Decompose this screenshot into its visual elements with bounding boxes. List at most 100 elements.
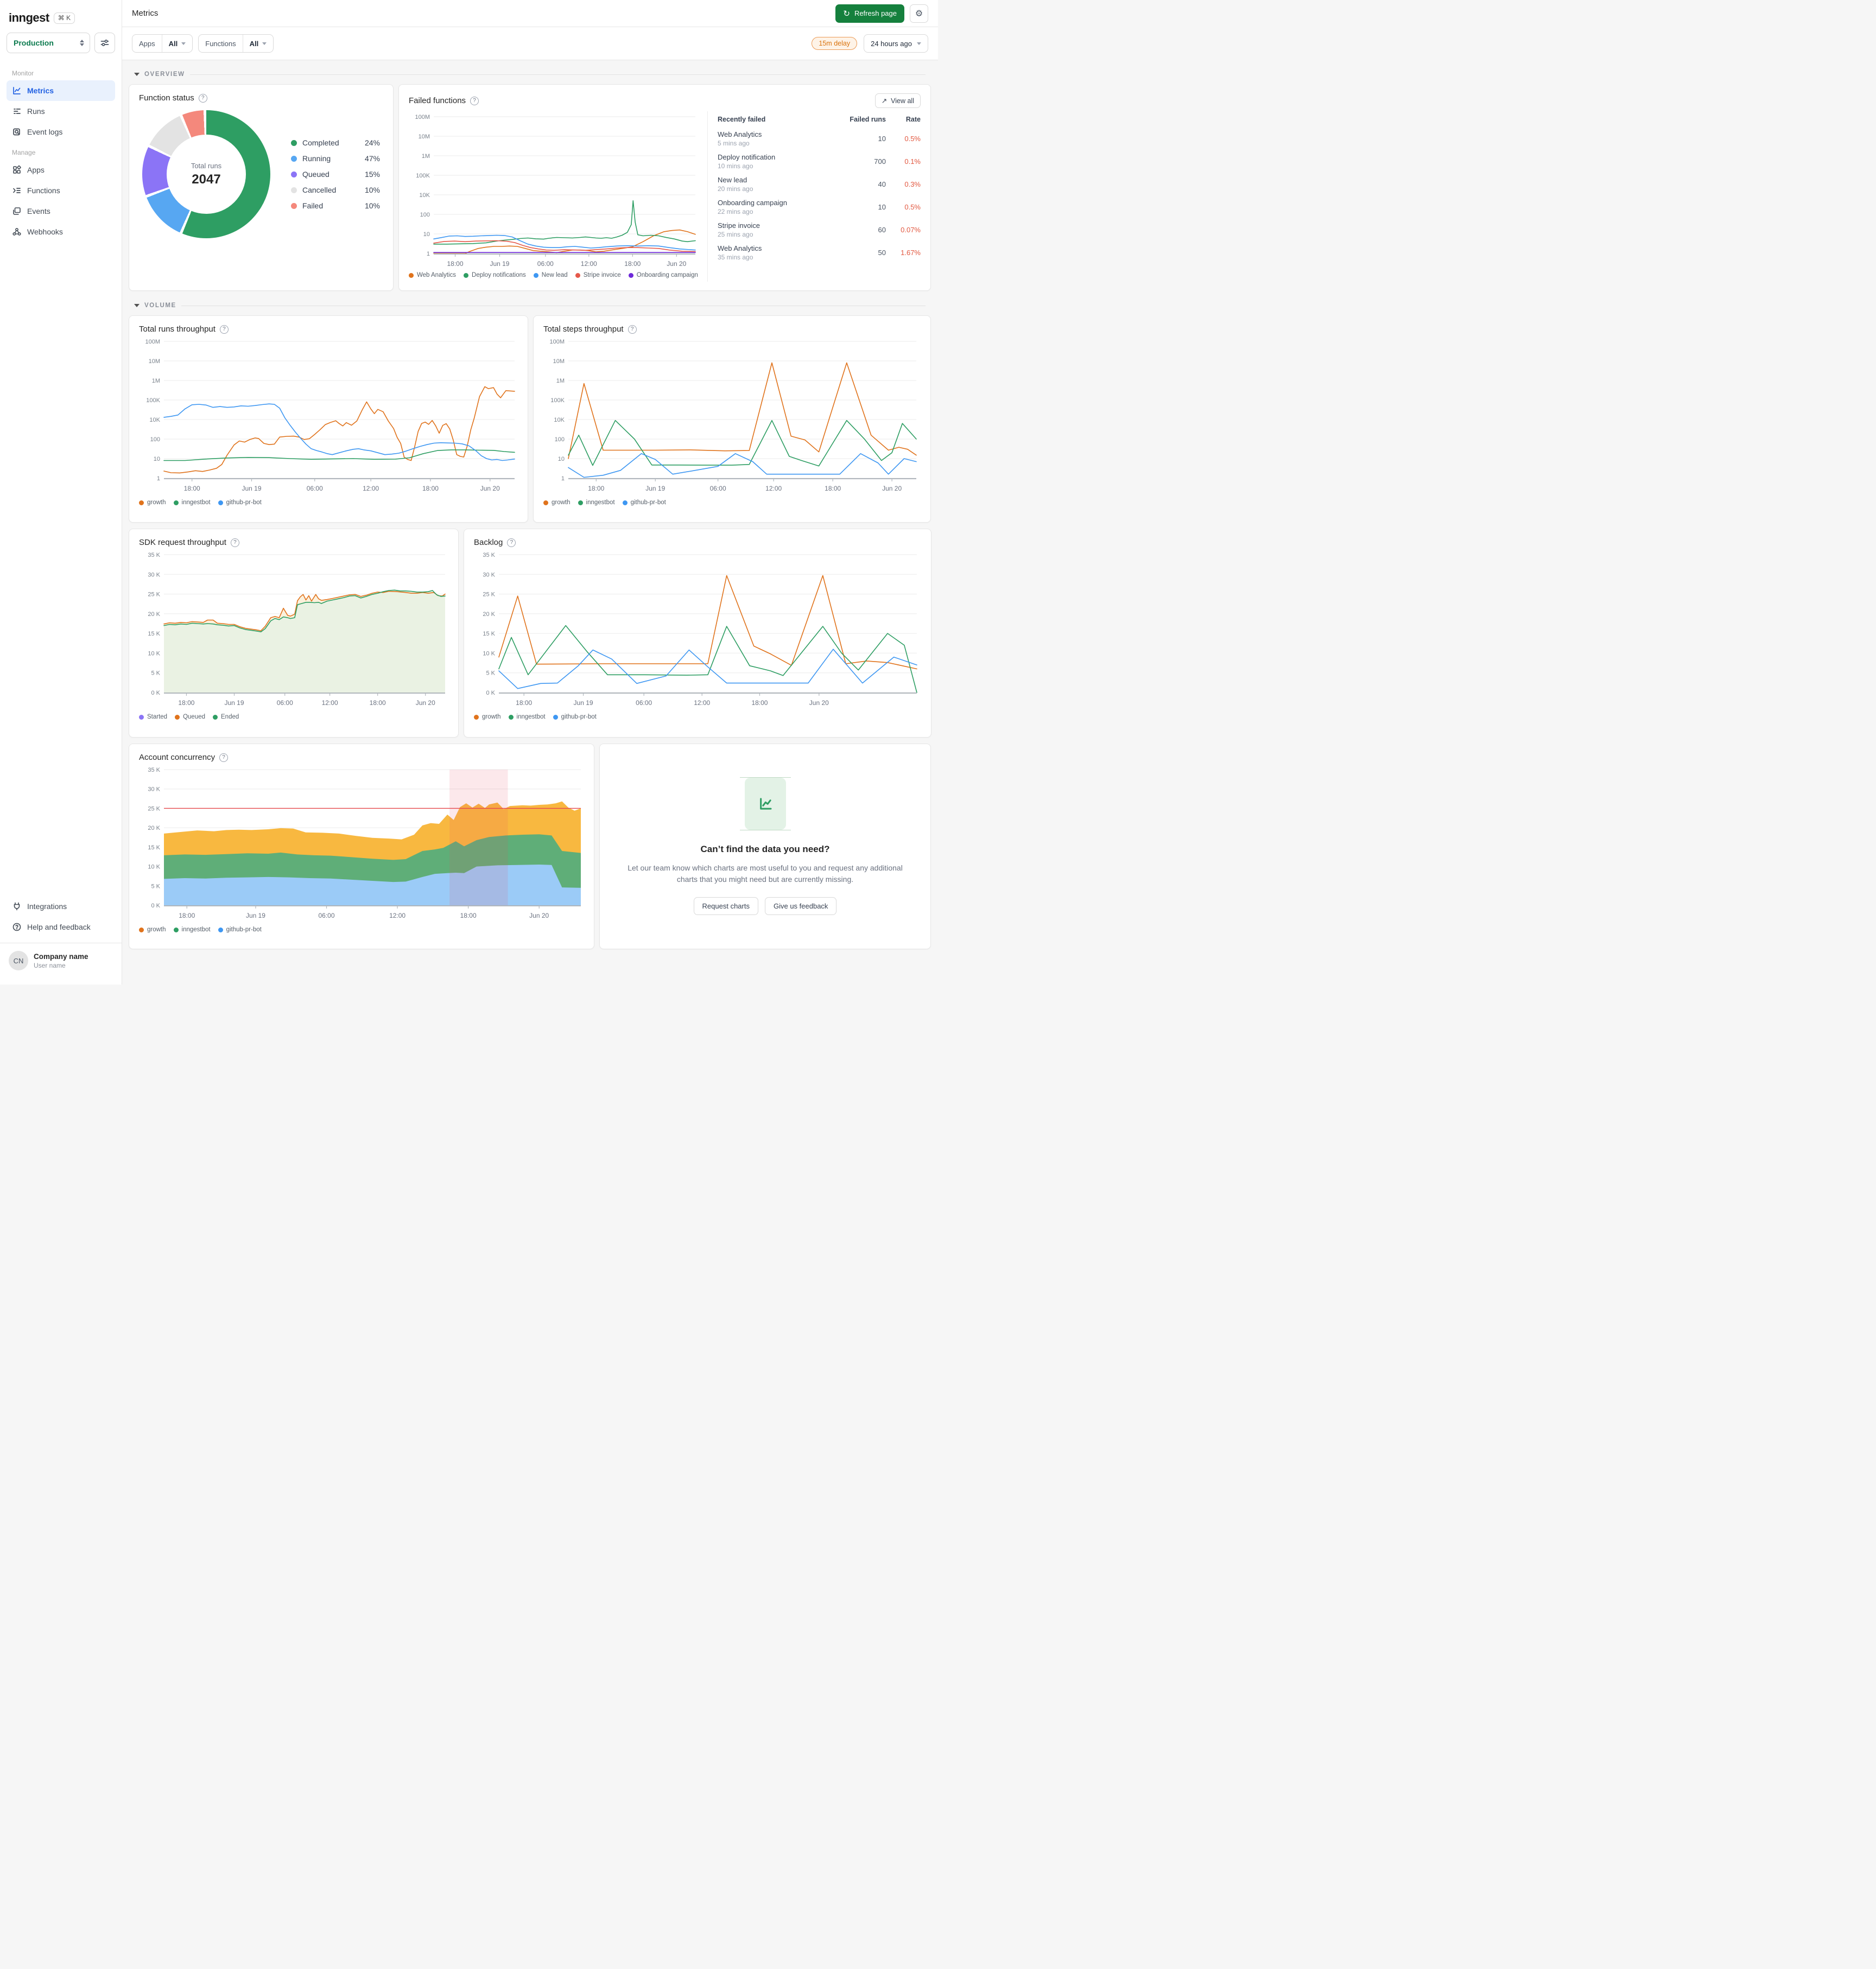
sidebar-item-runs[interactable]: Runs (7, 101, 115, 122)
sidebar-item-metrics[interactable]: Metrics (7, 80, 115, 101)
legend-item[interactable]: growth (139, 926, 166, 933)
legend-item[interactable]: Started (139, 714, 167, 720)
sidebar-item-webhooks[interactable]: Webhooks (7, 221, 115, 242)
failed-functions-chart-legend: Web Analytics Deploy notifications New lea… (409, 272, 700, 278)
environment-filter-button[interactable] (94, 33, 115, 53)
svg-text:12:00: 12:00 (389, 912, 405, 919)
svg-text:10K: 10K (149, 417, 160, 423)
legend-item[interactable]: inngestbot (578, 499, 615, 506)
sidebar-item-apps[interactable]: Apps (7, 160, 115, 180)
legend-item[interactable]: github-pr-bot (622, 499, 666, 506)
svg-text:30 K: 30 K (148, 786, 160, 793)
sdk-request-throughput-title: SDK request throughput (139, 538, 226, 547)
failed-functions-panel: Failed functions ? ↗ View all 1 10 100 10K 1… (398, 84, 931, 291)
collapse-triangle-icon (134, 304, 140, 307)
legend-item[interactable]: Queued (175, 714, 205, 720)
settings-button[interactable]: ⚙ (910, 4, 928, 23)
function-status-donut: Total runs 2047 (142, 110, 270, 238)
legend-item[interactable]: inngestbot (173, 499, 211, 506)
sidebar-item-event-logs[interactable]: Event logs (7, 122, 115, 142)
webhooks-icon (12, 228, 21, 236)
command-k-shortcut[interactable]: ⌘ K (53, 12, 75, 24)
apps-filter[interactable]: Apps All (132, 34, 193, 53)
legend-item[interactable]: github-pr-bot (553, 714, 597, 720)
metrics-chart-icon (13, 87, 21, 94)
section-divider (189, 74, 926, 75)
view-all-button[interactable]: ↗ View all (874, 93, 921, 108)
user-name: User name (34, 961, 66, 969)
gear-icon: ⚙ (915, 9, 923, 18)
legend-item[interactable]: github-pr-bot (218, 499, 262, 506)
functions-filter[interactable]: Functions All (198, 34, 274, 53)
svg-text:1: 1 (427, 251, 430, 257)
environment-value: Production (14, 39, 54, 47)
legend-item[interactable]: growth (139, 499, 166, 506)
sidebar: inngest ⌘ K Production Monitor Metrics R… (0, 0, 122, 984)
table-row[interactable]: Deploy notification 10 mins ago 700 0.1% (718, 150, 921, 173)
sidebar-item-integrations[interactable]: Integrations (7, 896, 115, 917)
volume-section-header[interactable]: VOLUME (129, 297, 931, 315)
total-runs-value: 2047 (192, 172, 221, 187)
sidebar-item-events[interactable]: Events (7, 201, 115, 221)
svg-text:35 K: 35 K (148, 767, 160, 773)
legend-dot-icon (508, 714, 514, 720)
sidebar-item-functions[interactable]: Functions (7, 180, 115, 201)
help-icon[interactable]: ? (230, 538, 239, 547)
table-row[interactable]: Web Analytics 35 mins ago 50 1.67% (718, 242, 921, 264)
legend-item[interactable]: github-pr-bot (218, 926, 262, 933)
legend-item[interactable]: growth (543, 499, 571, 506)
help-icon[interactable]: ? (628, 325, 637, 334)
legend-item[interactable]: growth (474, 714, 501, 720)
table-row[interactable]: Stripe invoice 25 mins ago 60 0.07% (718, 219, 921, 242)
status-legend-item: Queued 15% (291, 170, 380, 179)
help-icon[interactable]: ? (219, 325, 229, 334)
svg-text:Jun 19: Jun 19 (246, 912, 265, 919)
svg-text:18:00: 18:00 (184, 485, 200, 492)
svg-text:Jun 19: Jun 19 (224, 699, 244, 707)
svg-text:100: 100 (555, 436, 565, 443)
environment-select[interactable]: Production (7, 33, 90, 53)
legend-dot-icon (139, 927, 144, 932)
table-row[interactable]: Web Analytics 5 mins ago 10 0.5% (718, 128, 921, 150)
sdk-request-chart: 35 K 30 K 25 K 20 K 15 K 10 K 5 K 0 K 18:00 Jun 1… (148, 552, 446, 707)
profile-menu[interactable]: CN Company name User name (0, 943, 122, 980)
overview-section-header[interactable]: OVERVIEW (129, 66, 931, 84)
svg-text:Jun 19: Jun 19 (645, 485, 665, 492)
help-icon[interactable]: ? (507, 538, 516, 547)
legend-item[interactable]: inngestbot (173, 926, 211, 933)
time-range-select[interactable]: 24 hours ago (864, 34, 928, 53)
legend-item[interactable]: Stripe invoice (575, 272, 621, 278)
sidebar-item-help-feedback[interactable]: Help and feedback (7, 917, 115, 937)
svg-text:15 K: 15 K (148, 844, 160, 851)
volume-section-label: VOLUME (144, 302, 176, 309)
legend-item[interactable]: Onboarding campaign (628, 272, 698, 278)
svg-text:10M: 10M (149, 358, 160, 365)
table-row[interactable]: Onboarding campaign 22 mins ago 10 0.5% (718, 196, 921, 219)
svg-text:06:00: 06:00 (319, 912, 335, 919)
legend-item[interactable]: inngestbot (508, 714, 546, 720)
svg-text:10: 10 (154, 456, 160, 462)
help-icon[interactable]: ? (219, 753, 229, 762)
legend-dot-icon (291, 171, 297, 177)
table-row[interactable]: New lead 20 mins ago 40 0.3% (718, 173, 921, 196)
total-steps-throughput-panel: Total steps throughput ? 1 10 100 10K 100K 1M… (533, 315, 931, 523)
backlog-chart: 35 K 30 K 25 K 20 K 15 K 10 K 5 K 0 K 18:00 Jun 1… (483, 552, 917, 707)
avatar: CN (9, 951, 28, 970)
top-bar: Metrics ↻ Refresh page ⚙ (122, 0, 938, 27)
svg-text:15 K: 15 K (148, 631, 160, 637)
legend-item[interactable]: Ended (213, 714, 239, 720)
svg-text:18:00: 18:00 (370, 699, 386, 707)
legend-dot-icon (173, 500, 179, 505)
legend-item[interactable]: Deploy notifications (464, 272, 526, 278)
help-icon[interactable]: ? (470, 96, 479, 105)
legend-item[interactable]: Web Analytics (409, 272, 456, 278)
functions-filter-value: All (249, 39, 259, 48)
refresh-page-button[interactable]: ↻ Refresh page (835, 4, 904, 23)
request-charts-button[interactable]: Request charts (693, 897, 758, 915)
legend-item[interactable]: New lead (533, 272, 568, 278)
svg-text:18:00: 18:00 (588, 485, 604, 492)
help-icon[interactable]: ? (198, 93, 207, 103)
svg-text:10M: 10M (553, 358, 565, 365)
give-feedback-button[interactable]: Give us feedback (764, 897, 837, 915)
sliders-icon (100, 40, 109, 46)
